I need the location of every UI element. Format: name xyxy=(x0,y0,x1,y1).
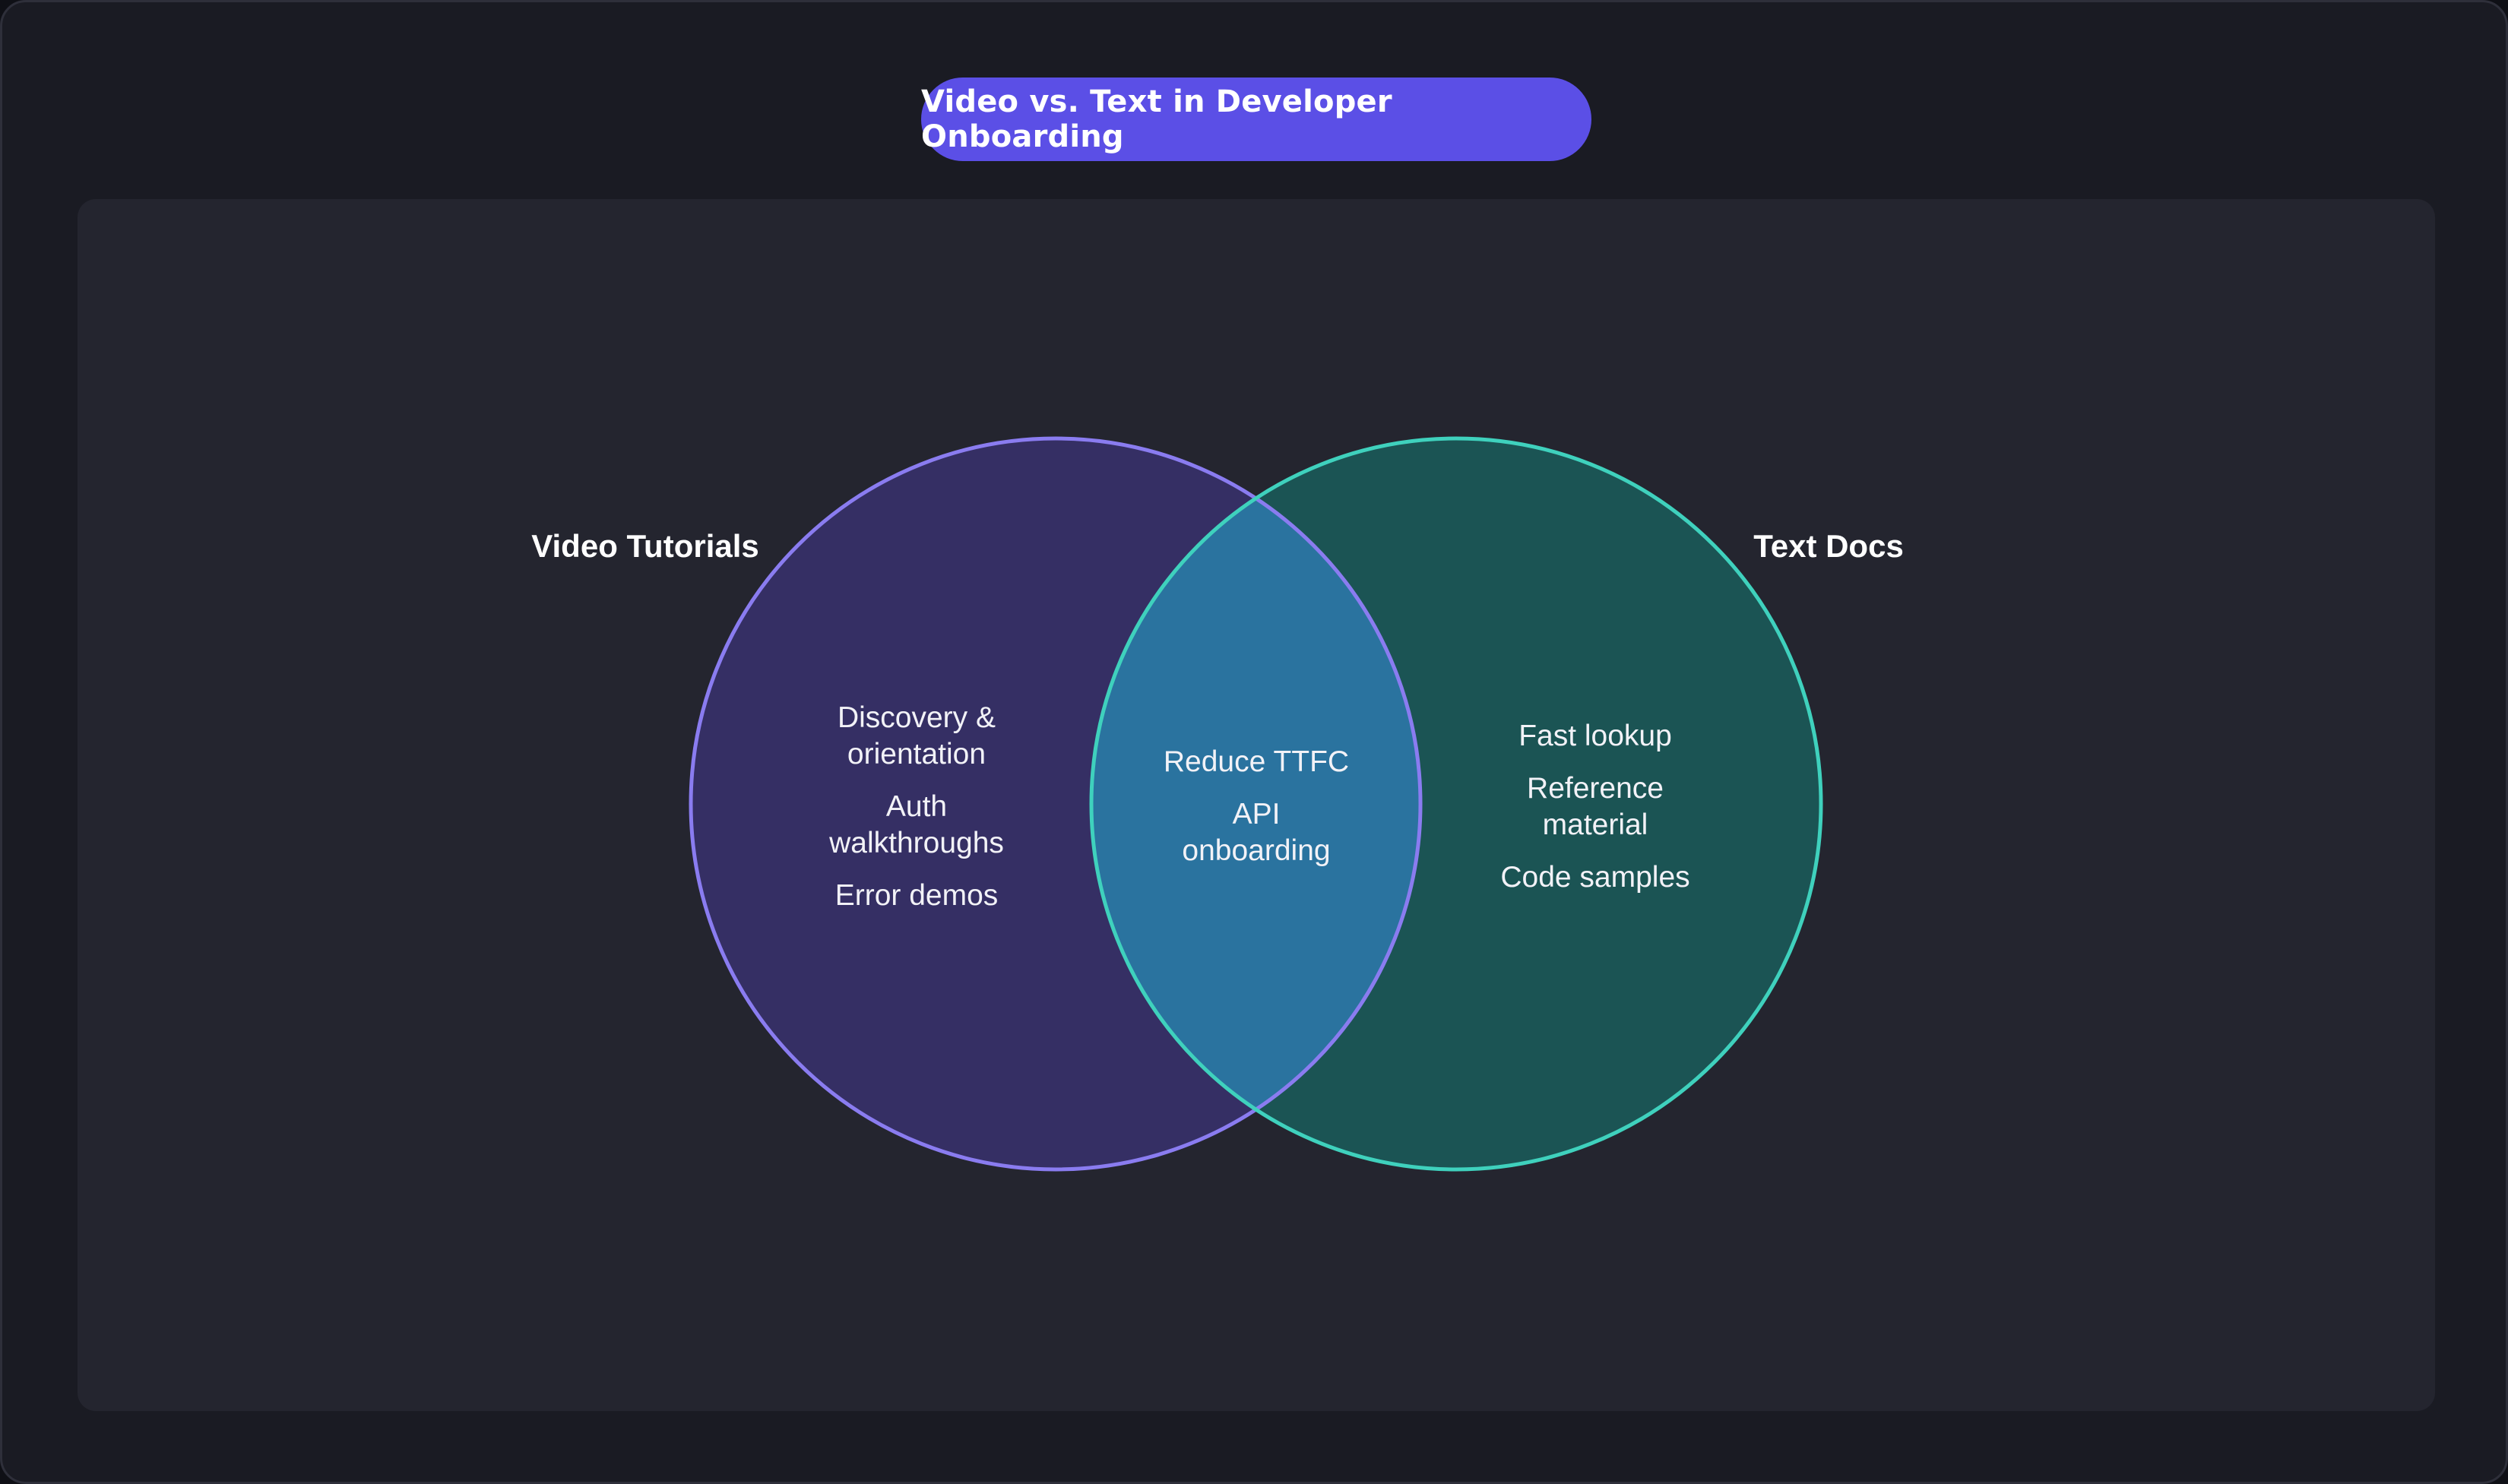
left-item-2-line-2: walkthroughs xyxy=(828,827,1004,859)
left-item-1-line-2: orientation xyxy=(847,738,986,770)
overlap-item-2-line-1: API xyxy=(1233,798,1281,831)
left-item-1-line-1: Discovery & xyxy=(838,701,996,734)
set-label-text-docs: Text Docs xyxy=(1753,528,1904,564)
overlap-item-1: Reduce TTFC xyxy=(1164,745,1349,778)
canvas-frame: Video vs. Text in Developer Onboarding V… xyxy=(0,0,2508,1484)
left-item-3: Error demos xyxy=(835,879,999,912)
right-item-2-line-2: material xyxy=(1543,808,1648,841)
overlap-item-2-line-2: onboarding xyxy=(1182,834,1330,867)
right-item-2-line-1: Reference xyxy=(1527,772,1664,805)
left-item-2-line-1: Auth xyxy=(886,790,947,823)
right-item-3: Code samples xyxy=(1500,861,1689,894)
venn-diagram: Video Tutorials Text Docs Discovery & or… xyxy=(531,436,1904,1172)
set-label-video-tutorials: Video Tutorials xyxy=(531,528,759,564)
right-item-1: Fast lookup xyxy=(1518,720,1672,752)
